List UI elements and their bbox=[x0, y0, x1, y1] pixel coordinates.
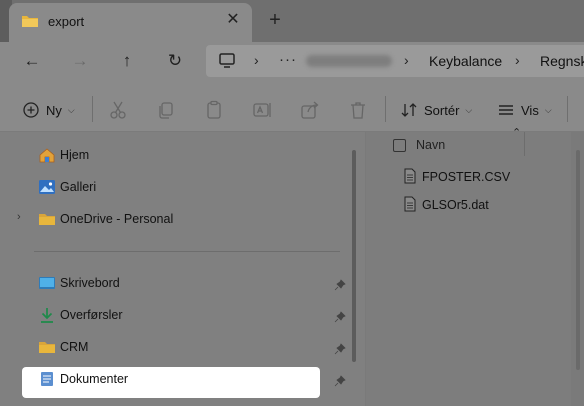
sort-indicator-icon: ⌃ bbox=[512, 127, 522, 139]
new-button[interactable]: Ny ⌵ bbox=[22, 97, 75, 123]
download-icon bbox=[41, 308, 53, 323]
new-tab-button[interactable]: + bbox=[264, 9, 286, 31]
pin-icon[interactable] bbox=[334, 279, 346, 291]
pin-icon[interactable] bbox=[334, 343, 346, 355]
file-name: FPOSTER.CSV bbox=[422, 170, 511, 184]
folder-icon bbox=[39, 342, 55, 353]
breadcrumb-overflow-button[interactable]: ··· bbox=[279, 51, 297, 68]
chevron-down-icon: ⌵ bbox=[544, 104, 552, 115]
paste-icon[interactable] bbox=[203, 99, 225, 121]
file-icon bbox=[404, 168, 416, 184]
monitor-icon bbox=[219, 53, 235, 68]
copy-icon[interactable] bbox=[155, 99, 177, 121]
new-label: Ny bbox=[46, 102, 62, 118]
sidebar-item-label: Skrivebord bbox=[60, 276, 120, 290]
plus-circle-icon bbox=[23, 102, 39, 118]
view-button[interactable]: Vis ⌵ bbox=[497, 97, 552, 123]
folder-icon bbox=[39, 214, 55, 225]
divider bbox=[567, 96, 568, 122]
divider bbox=[92, 96, 93, 122]
pin-icon[interactable] bbox=[334, 311, 346, 323]
rename-icon[interactable] bbox=[251, 99, 273, 121]
file-icon bbox=[404, 196, 416, 212]
sidebar-item-label: Galleri bbox=[60, 180, 97, 194]
sort-label: Sortér bbox=[424, 102, 460, 118]
cut-icon[interactable] bbox=[107, 99, 129, 121]
address-bar[interactable] bbox=[206, 45, 584, 77]
divider bbox=[385, 96, 386, 122]
share-icon[interactable] bbox=[299, 99, 321, 121]
sort-button[interactable]: Sortér ⌵ bbox=[400, 97, 472, 123]
breadcrumb-regnsk[interactable]: Regnsk bbox=[540, 53, 584, 69]
pin-icon[interactable] bbox=[334, 375, 346, 387]
chevron-down-icon: ⌵ bbox=[465, 104, 473, 115]
column-divider[interactable] bbox=[524, 132, 525, 156]
view-list-icon bbox=[499, 105, 513, 115]
close-tab-icon[interactable]: ✕ bbox=[224, 9, 242, 31]
breadcrumb-keybalance[interactable]: Keybalance bbox=[429, 53, 502, 69]
breadcrumb-redacted[interactable] bbox=[306, 55, 392, 67]
home-icon bbox=[39, 148, 55, 163]
breadcrumb-separator: › bbox=[254, 52, 259, 68]
document-icon bbox=[41, 372, 53, 386]
select-all-checkbox[interactable] bbox=[393, 139, 406, 152]
forward-button[interactable]: → bbox=[66, 47, 94, 75]
file-list-scrollbar[interactable] bbox=[576, 150, 580, 370]
up-button[interactable]: ↑ bbox=[113, 47, 141, 75]
sidebar-item-label: OneDrive - Personal bbox=[60, 212, 174, 226]
view-label: Vis bbox=[521, 102, 539, 118]
sidebar-item-label: Dokumenter bbox=[60, 372, 129, 386]
sidebar-scrollbar[interactable] bbox=[352, 150, 356, 362]
tab-title: export bbox=[48, 14, 85, 29]
folder-icon bbox=[22, 16, 38, 27]
gallery-icon bbox=[39, 180, 55, 194]
desktop-icon bbox=[39, 277, 55, 289]
sidebar-item-label: Hjem bbox=[60, 148, 90, 162]
breadcrumb-separator: › bbox=[404, 52, 409, 68]
delete-icon[interactable] bbox=[347, 99, 369, 121]
sort-icon bbox=[401, 103, 417, 117]
chevron-down-icon: ⌵ bbox=[67, 104, 75, 115]
sidebar-divider bbox=[34, 251, 340, 252]
breadcrumb-separator: › bbox=[515, 52, 520, 68]
sidebar-item-label: Overførsler bbox=[60, 308, 123, 322]
file-name: GLSOr5.dat bbox=[422, 198, 489, 212]
sidebar-item-label: CRM bbox=[60, 340, 89, 354]
column-header-name[interactable]: Navn bbox=[416, 138, 445, 152]
tab-export[interactable] bbox=[9, 3, 252, 42]
back-button[interactable]: ← bbox=[18, 47, 46, 75]
refresh-button[interactable]: ↻ bbox=[161, 47, 189, 75]
